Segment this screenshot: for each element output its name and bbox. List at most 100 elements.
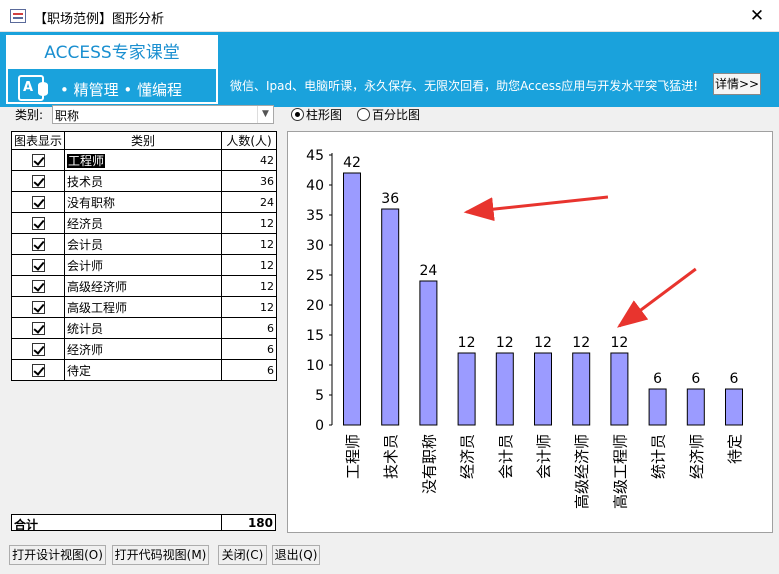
checkbox-icon[interactable] — [31, 238, 45, 251]
category-name: 技术员 — [67, 174, 104, 189]
count-cell[interactable]: 24 — [221, 191, 277, 213]
category-table: 图表显示 类别 人数(人) 工程师 42 技术员 36 没有职称 24 经济员 12 会计员 12… — [11, 131, 277, 381]
y-tick-label: 35 — [306, 208, 324, 224]
y-tick-label: 45 — [306, 148, 324, 164]
table-row[interactable]: 会计员 12 — [11, 233, 277, 255]
bar — [343, 172, 361, 426]
table-row[interactable]: 没有职称 24 — [11, 191, 277, 213]
category-cell[interactable]: 没有职称 — [64, 191, 222, 213]
category-cell[interactable]: 经济师 — [64, 338, 222, 360]
show-cell[interactable] — [11, 149, 65, 171]
count-cell[interactable]: 12 — [221, 233, 277, 255]
checkbox-icon[interactable] — [31, 343, 45, 356]
brand-slogan: • 精管理 • 懂编程 — [60, 81, 183, 99]
bar — [725, 388, 743, 426]
close-button[interactable]: 关闭(C) — [218, 545, 267, 565]
data-label: 36 — [381, 191, 399, 207]
total-value: 180 — [247, 516, 273, 530]
details-button[interactable]: 详情>> — [713, 73, 761, 95]
category-cell[interactable]: 高级工程师 — [64, 296, 222, 318]
category-cell[interactable]: 待定 — [64, 359, 222, 381]
promo-text: 微信、Ipad、电脑听课，永久保存、无限次回看，助您Access应用与开发水平突… — [230, 79, 699, 93]
category-name: 经济师 — [67, 342, 104, 357]
table-row[interactable]: 工程师 42 — [11, 149, 277, 171]
checkbox-icon[interactable] — [31, 175, 45, 188]
show-cell[interactable] — [11, 170, 65, 192]
data-label: 12 — [610, 335, 628, 351]
show-cell[interactable] — [11, 233, 65, 255]
checkbox-icon[interactable] — [31, 259, 45, 272]
category-label: 经济员 — [459, 434, 477, 479]
category-cell[interactable]: 会计师 — [64, 254, 222, 276]
show-cell[interactable] — [11, 296, 65, 318]
show-cell[interactable] — [11, 254, 65, 276]
checkbox-icon[interactable] — [31, 322, 45, 335]
bar-chart: 0 5 10 15 20 25 30 35 40 45 42 工程师 36 技术员 24 没有职称 12 经济员 1… — [306, 148, 744, 509]
category-label: 会计师 — [535, 434, 553, 479]
count-cell[interactable]: 6 — [221, 317, 277, 339]
count-cell[interactable]: 36 — [221, 170, 277, 192]
count-cell[interactable]: 6 — [221, 359, 277, 381]
category-name: 没有职称 — [67, 195, 116, 210]
category-cell[interactable]: 高级经济师 — [64, 275, 222, 297]
category-name: 高级经济师 — [67, 279, 128, 294]
category-cell[interactable]: 工程师 — [64, 149, 222, 171]
category-name: 统计员 — [67, 321, 104, 336]
category-label: 技术员 — [382, 434, 400, 479]
show-cell[interactable] — [11, 212, 65, 234]
table-row[interactable]: 高级工程师 12 — [11, 296, 277, 318]
count-cell[interactable]: 12 — [221, 275, 277, 297]
open-design-view-button[interactable]: 打开设计视图(O) — [9, 545, 106, 565]
checkbox-icon[interactable] — [31, 217, 45, 230]
brand-box: ACCESS专家课堂 A • 精管理 • 懂编程 — [6, 35, 218, 104]
show-cell[interactable] — [11, 317, 65, 339]
table-row[interactable]: 技术员 36 — [11, 170, 277, 192]
category-value: 职称 — [55, 109, 80, 123]
count-cell[interactable]: 42 — [221, 149, 277, 171]
radio-dot-icon — [291, 108, 304, 121]
category-combobox[interactable]: 职称 ▼ — [52, 105, 274, 124]
table-row[interactable]: 待定 6 — [11, 359, 277, 381]
checkbox-icon[interactable] — [31, 154, 45, 167]
table-row[interactable]: 高级经济师 12 — [11, 275, 277, 297]
chevron-down-icon[interactable]: ▼ — [257, 106, 273, 123]
data-label: 12 — [534, 335, 552, 351]
category-cell[interactable]: 技术员 — [64, 170, 222, 192]
bar — [457, 352, 476, 426]
table-row[interactable]: 会计师 12 — [11, 254, 277, 276]
data-label: 6 — [691, 371, 700, 387]
bar — [648, 388, 667, 426]
table-row[interactable]: 经济师 6 — [11, 338, 277, 360]
radio-bar-chart[interactable]: 柱形图 — [291, 106, 342, 123]
data-label: 12 — [458, 335, 476, 351]
category-label: 经济师 — [688, 434, 706, 479]
checkbox-icon[interactable] — [31, 301, 45, 314]
count-cell[interactable]: 12 — [221, 254, 277, 276]
bar — [610, 352, 629, 426]
annotation-arrow — [616, 267, 697, 328]
checkbox-icon[interactable] — [31, 280, 45, 293]
open-code-view-button[interactable]: 打开代码视图(M) — [112, 545, 209, 565]
exit-button[interactable]: 退出(Q) — [272, 545, 320, 565]
total-row: 合计 180 — [11, 514, 276, 532]
close-window-button[interactable]: ✕ — [735, 0, 779, 32]
show-cell[interactable] — [11, 275, 65, 297]
category-label: 高级经济师 — [573, 434, 591, 509]
table-header-row: 图表显示 类别 人数(人) — [11, 131, 277, 150]
category-cell[interactable]: 经济员 — [64, 212, 222, 234]
count-cell[interactable]: 6 — [221, 338, 277, 360]
table-row[interactable]: 经济员 12 — [11, 212, 277, 234]
y-tick-label: 5 — [315, 388, 324, 404]
show-cell[interactable] — [11, 359, 65, 381]
category-cell[interactable]: 统计员 — [64, 317, 222, 339]
show-cell[interactable] — [11, 338, 65, 360]
checkbox-icon[interactable] — [31, 364, 45, 377]
count-cell[interactable]: 12 — [221, 212, 277, 234]
y-tick-label: 25 — [306, 268, 324, 284]
radio-percent-chart[interactable]: 百分比图 — [357, 106, 420, 123]
checkbox-icon[interactable] — [31, 196, 45, 209]
show-cell[interactable] — [11, 191, 65, 213]
category-cell[interactable]: 会计员 — [64, 233, 222, 255]
count-cell[interactable]: 12 — [221, 296, 277, 318]
table-row[interactable]: 统计员 6 — [11, 317, 277, 339]
